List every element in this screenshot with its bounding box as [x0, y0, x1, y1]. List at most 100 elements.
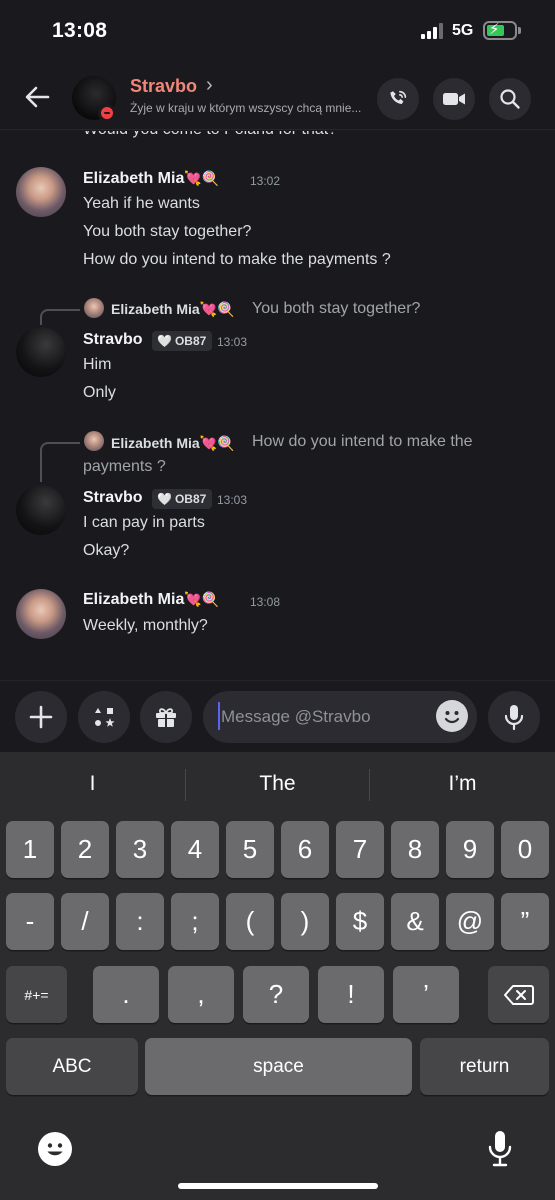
- avatar-stravbo[interactable]: [16, 327, 66, 377]
- voice-call-button[interactable]: [377, 78, 419, 120]
- return-key[interactable]: return: [420, 1038, 549, 1095]
- message-line[interactable]: How do you intend to make the payments ?: [83, 251, 391, 269]
- key[interactable]: .: [93, 966, 159, 1023]
- message-line[interactable]: Him: [83, 356, 111, 374]
- suggestion[interactable]: The: [186, 766, 369, 802]
- message-line[interactable]: Okay?: [83, 542, 129, 560]
- do-not-disturb-status-icon: [98, 104, 116, 122]
- key[interactable]: ’: [393, 966, 459, 1023]
- status-time: 13:08: [52, 19, 108, 42]
- network-type: 5G: [452, 22, 474, 39]
- reply-preview-text[interactable]: How do you intend to make the: [252, 433, 473, 451]
- voice-message-button[interactable]: [488, 691, 540, 743]
- suggestion[interactable]: I: [0, 766, 185, 802]
- status-bar: 13:08 5G ⚡: [0, 0, 555, 64]
- emoji-icon[interactable]: [436, 700, 468, 732]
- battery-icon: ⚡: [483, 21, 517, 40]
- key[interactable]: ;: [171, 893, 219, 950]
- reply-author[interactable]: Elizabeth Mia💘🍭: [111, 301, 235, 318]
- video-camera-icon: [443, 93, 465, 105]
- key[interactable]: @: [446, 893, 494, 950]
- key[interactable]: :: [116, 893, 164, 950]
- message-author[interactable]: Elizabeth Mia💘🍭: [83, 170, 219, 188]
- key[interactable]: 8: [391, 821, 439, 878]
- space-key[interactable]: space: [145, 1038, 412, 1095]
- server-tag-badge[interactable]: 🤍 OB87: [152, 331, 213, 351]
- key[interactable]: 2: [61, 821, 109, 878]
- key[interactable]: 3: [116, 821, 164, 878]
- key[interactable]: ”: [501, 893, 549, 950]
- phone-icon: [390, 90, 407, 105]
- message-list[interactable]: Would you come to Poland for that? Eliza…: [0, 131, 555, 679]
- gift-button[interactable]: [140, 691, 192, 743]
- key[interactable]: 4: [171, 821, 219, 878]
- key[interactable]: 0: [501, 821, 549, 878]
- text-cursor: [218, 702, 220, 730]
- message-text-cutoff: Would you come to Poland for that?: [83, 131, 337, 139]
- message-author[interactable]: Stravbo: [83, 489, 143, 507]
- apps-icon: [95, 708, 115, 727]
- key[interactable]: ,: [168, 966, 234, 1023]
- reply-preview-text[interactable]: You both stay together?: [252, 300, 420, 318]
- message-author[interactable]: Elizabeth Mia💘🍭: [83, 591, 219, 609]
- reply-avatar: [84, 431, 104, 451]
- reply-connector: [40, 442, 80, 482]
- dictation-microphone-icon[interactable]: [486, 1129, 514, 1169]
- gift-icon: [156, 708, 176, 727]
- message-author[interactable]: Stravbo: [83, 331, 143, 349]
- message-composer: [0, 680, 555, 752]
- attach-button[interactable]: [15, 691, 67, 743]
- message-line[interactable]: Weekly, monthly?: [83, 617, 208, 635]
- avatar-stravbo[interactable]: [16, 485, 66, 535]
- author-emoji: 💘🍭: [184, 170, 220, 186]
- key[interactable]: (: [226, 893, 274, 950]
- key[interactable]: &: [391, 893, 439, 950]
- key[interactable]: ): [281, 893, 329, 950]
- key[interactable]: 7: [336, 821, 384, 878]
- reply-avatar: [84, 298, 104, 318]
- plus-icon: [29, 705, 53, 729]
- reply-author[interactable]: Elizabeth Mia💘🍭: [111, 435, 235, 452]
- server-tag-badge[interactable]: 🤍 OB87: [152, 489, 213, 509]
- message-line[interactable]: You both stay together?: [83, 223, 251, 241]
- avatar-elizabeth[interactable]: [16, 589, 66, 639]
- key[interactable]: !: [318, 966, 384, 1023]
- key[interactable]: -: [6, 893, 54, 950]
- author-emoji: 💘🍭: [184, 591, 220, 607]
- symbols-toggle-key[interactable]: #+=: [6, 966, 67, 1023]
- avatar-elizabeth[interactable]: [16, 167, 66, 217]
- chevron-right-icon[interactable]: ›: [206, 74, 213, 97]
- reply-connector: [40, 309, 80, 325]
- abc-toggle-key[interactable]: ABC: [6, 1038, 138, 1095]
- reply-preview-text[interactable]: payments ?: [83, 458, 166, 476]
- cellular-signal-icon: [421, 23, 443, 39]
- dm-header: Stravbo › Żyje w kraju w którym wszyscy …: [0, 64, 555, 130]
- header-username[interactable]: Stravbo: [130, 76, 197, 97]
- microphone-icon: [504, 705, 524, 731]
- backspace-key[interactable]: [488, 966, 549, 1023]
- video-call-button[interactable]: [433, 78, 475, 120]
- back-arrow-icon[interactable]: [22, 82, 52, 112]
- header-custom-status: Żyje w kraju w którym wszyscy chcą mnie.…: [130, 101, 362, 115]
- search-icon: [500, 89, 520, 109]
- message-timestamp: 13:03: [217, 493, 248, 507]
- message-line[interactable]: Yeah if he wants: [83, 195, 200, 213]
- search-button[interactable]: [489, 78, 531, 120]
- emoji-keyboard-icon[interactable]: [38, 1132, 72, 1166]
- message-line[interactable]: I can pay in parts: [83, 514, 205, 532]
- message-line[interactable]: Only: [83, 384, 116, 402]
- home-indicator[interactable]: [178, 1183, 378, 1189]
- key[interactable]: 1: [6, 821, 54, 878]
- apps-button[interactable]: [78, 691, 130, 743]
- backspace-icon: [503, 984, 534, 1005]
- key[interactable]: ?: [243, 966, 309, 1023]
- message-timestamp: 13:08: [250, 595, 281, 609]
- key[interactable]: 5: [226, 821, 274, 878]
- message-timestamp: 13:02: [250, 174, 281, 188]
- ios-keyboard: I The I’m 1 2 3 4 5 6 7 8 9 0 - / : ; ( …: [0, 752, 555, 1200]
- key[interactable]: 9: [446, 821, 494, 878]
- suggestion[interactable]: I’m: [370, 766, 555, 802]
- key[interactable]: /: [61, 893, 109, 950]
- key[interactable]: 6: [281, 821, 329, 878]
- key[interactable]: $: [336, 893, 384, 950]
